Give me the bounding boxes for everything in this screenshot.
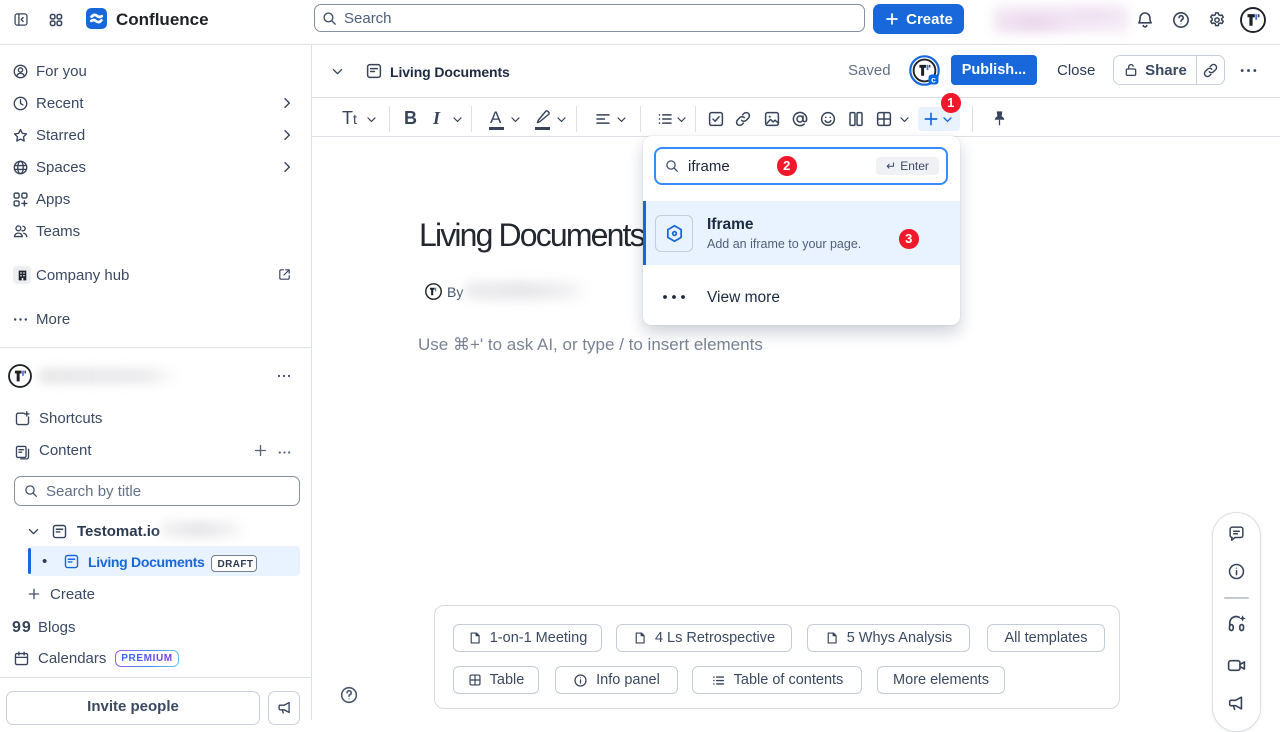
svg-text:c: c [931,74,936,84]
